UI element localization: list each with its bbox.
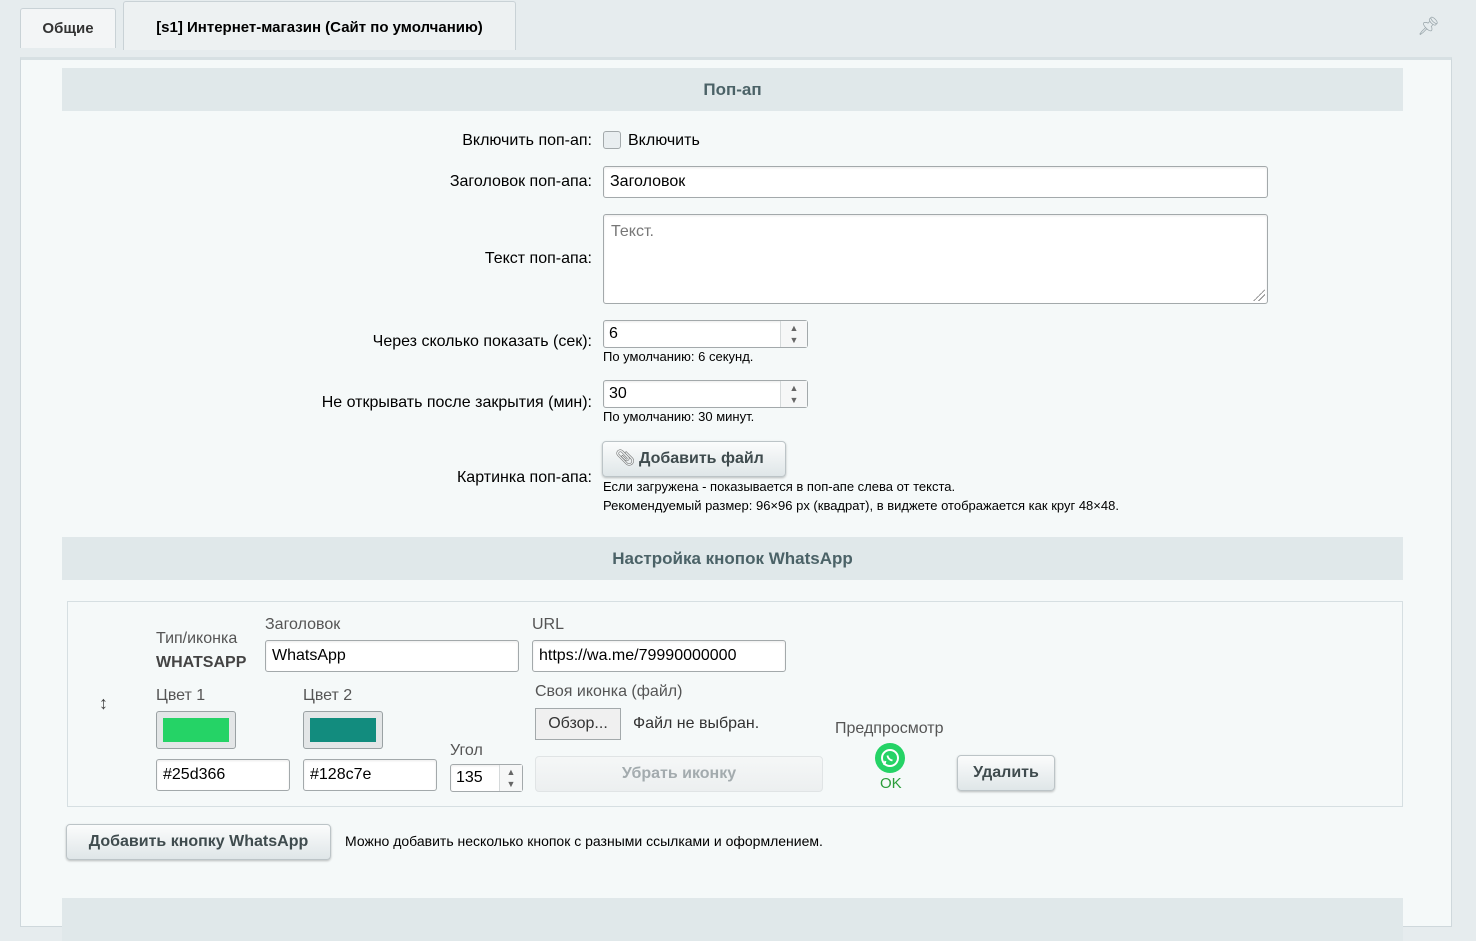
icon-file-label: Своя иконка (файл) [535, 683, 683, 700]
angle-label: Угол [450, 742, 483, 759]
type-value: WHATSAPP [156, 654, 247, 671]
add-file-button[interactable]: 📎︎ Добавить файл [602, 441, 786, 477]
tab-general[interactable]: Общие [20, 8, 116, 48]
resize-handle-icon[interactable] [1253, 289, 1265, 301]
drag-handle-icon[interactable]: ↕ [99, 693, 108, 714]
color2-label: Цвет 2 [303, 687, 353, 704]
popup-image-label: Картинка поп-апа: [456, 469, 592, 486]
browse-button[interactable]: Обзор... [535, 708, 621, 740]
type-label: Тип/иконка [156, 630, 238, 647]
popup-text-label: Текст поп-апа: [484, 250, 592, 267]
color2-swatch [310, 718, 376, 742]
pin-icon[interactable]: 📌︎ [1417, 16, 1440, 37]
preview-label: Предпросмотр [835, 720, 944, 737]
popup-delay-label: Через сколько показать (сек): [372, 333, 592, 350]
spinner-arrows-icon[interactable]: ▲ ▼ [780, 321, 807, 347]
popup-delay-value: 6 [609, 325, 618, 342]
paperclip-icon: 📎︎ [615, 450, 636, 467]
color2-input[interactable]: #128c7e [303, 759, 437, 791]
no-file-text: Файл не выбран. [633, 715, 760, 732]
popup-delay-input[interactable]: 6 ▲ ▼ [603, 320, 808, 348]
popup-text-textarea[interactable]: Текст. [603, 214, 1268, 304]
remove-icon-button[interactable]: Убрать иконку [535, 756, 823, 792]
popup-noopen-hint: По умолчанию: 30 минут. [603, 409, 755, 424]
whatsapp-preview-icon [875, 743, 905, 773]
color1-swatch [163, 718, 229, 742]
enable-popup-checkbox[interactable] [603, 131, 621, 149]
spinner-arrows-icon[interactable]: ▲ ▼ [499, 765, 522, 791]
popup-noopen-label: Не открывать после закрытия (мин): [321, 394, 592, 411]
spinner-arrows-icon[interactable]: ▲ ▼ [780, 381, 807, 407]
wa-url-label: URL [532, 616, 565, 633]
popup-image-hint-2: Рекомендуемый размер: 96×96 px (квадрат)… [603, 498, 1119, 513]
wa-title-label: Заголовок [265, 616, 341, 633]
popup-noopen-value: 30 [609, 385, 627, 402]
wa-url-input[interactable]: https://wa.me/79990000000 [532, 640, 786, 672]
color2-picker[interactable] [303, 711, 383, 749]
wa-title-input[interactable]: WhatsApp [265, 640, 519, 672]
popup-title-input[interactable]: Заголовок [603, 166, 1268, 198]
color1-picker[interactable] [156, 711, 236, 749]
add-whatsapp-button[interactable]: Добавить кнопку WhatsApp [66, 824, 331, 860]
popup-text-placeholder: Текст. [611, 223, 654, 240]
color1-input[interactable]: #25d366 [156, 759, 290, 791]
enable-checkbox-label[interactable]: Включить [628, 132, 700, 150]
preview-status: OK [880, 775, 902, 792]
popup-noopen-input[interactable]: 30 ▲ ▼ [603, 380, 808, 408]
delete-button[interactable]: Удалить [957, 755, 1055, 791]
popup-delay-hint: По умолчанию: 6 секунд. [603, 349, 754, 364]
section-title-whatsapp: Настройка кнопок WhatsApp [62, 537, 1403, 580]
next-section-header [62, 898, 1403, 941]
angle-value: 135 [456, 769, 483, 786]
color1-label: Цвет 1 [156, 687, 206, 704]
add-file-label: Добавить файл [639, 450, 764, 467]
tab-site-s1[interactable]: [s1] Интернет-магазин (Сайт по умолчанию… [123, 1, 516, 50]
section-title-popup: Поп-ап [62, 68, 1403, 111]
angle-input[interactable]: 135 ▲ ▼ [450, 764, 523, 792]
add-whatsapp-hint: Можно добавить несколько кнопок с разным… [345, 833, 823, 849]
enable-popup-label: Включить поп-ап: [462, 132, 592, 149]
popup-image-hint-1: Если загружена - показывается в поп-апе … [603, 479, 956, 494]
popup-title-label: Заголовок поп-апа: [449, 173, 592, 190]
